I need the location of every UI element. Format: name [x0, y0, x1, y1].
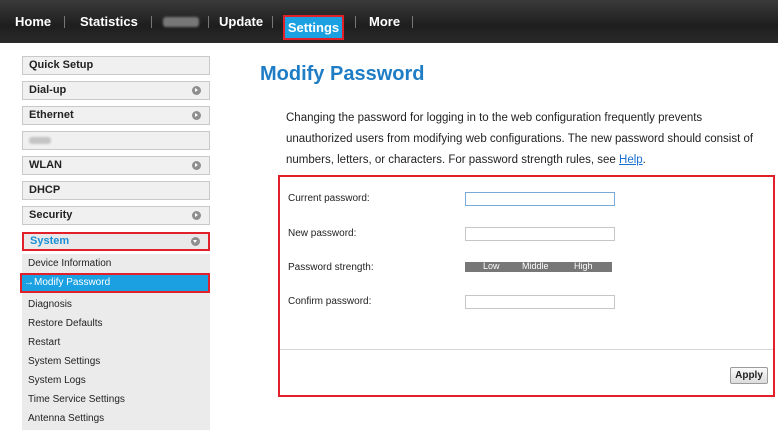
chevron-right-icon	[192, 111, 201, 120]
strength-high-label: High	[574, 261, 593, 271]
sidebar-item-blurred[interactable]	[22, 131, 210, 150]
nav-separator	[355, 16, 356, 28]
nav-separator	[64, 16, 65, 28]
submenu-antenna-settings[interactable]: Antenna Settings	[28, 413, 104, 424]
sidebar-item-quick-setup[interactable]: Quick Setup	[22, 56, 210, 75]
nav-home[interactable]: Home	[15, 0, 51, 43]
submenu-modify-password[interactable]: →Modify Password	[20, 273, 210, 293]
sidebar-item-ethernet[interactable]: Ethernet	[22, 106, 210, 125]
submenu-restart[interactable]: Restart	[28, 337, 60, 348]
sidebar-item-label: DHCP	[29, 184, 61, 196]
nav-statistics[interactable]: Statistics	[80, 0, 138, 43]
nav-separator	[151, 16, 152, 28]
top-nav-bar: Home Statistics Update Settings More	[0, 0, 778, 43]
submenu-system-settings[interactable]: System Settings	[28, 356, 100, 367]
confirm-password-input[interactable]	[465, 295, 615, 309]
help-link[interactable]: Help	[619, 154, 643, 166]
nav-settings[interactable]: Settings	[283, 15, 344, 40]
description-end: .	[642, 154, 646, 166]
blurred-label	[29, 137, 51, 144]
sidebar-item-system[interactable]: System	[22, 232, 210, 251]
chevron-down-icon	[191, 237, 200, 246]
sidebar-item-label: WLAN	[29, 159, 62, 171]
description-text: Changing the password for logging in to …	[286, 112, 754, 166]
sidebar-item-label: Security	[29, 209, 73, 221]
nav-more[interactable]: More	[369, 0, 400, 43]
submenu-device-information[interactable]: Device Information	[28, 258, 111, 269]
password-strength-meter: Low Middle High	[465, 261, 612, 272]
submenu-system-logs[interactable]: System Logs	[28, 375, 86, 386]
sidebar-item-label: Dial-up	[29, 84, 67, 96]
sidebar-item-dhcp[interactable]: DHCP	[22, 181, 210, 200]
strength-middle-label: Middle	[522, 261, 549, 271]
nav-separator	[208, 16, 209, 28]
form-divider	[280, 349, 773, 350]
current-password-label: Current password:	[288, 193, 370, 204]
nav-settings-label: Settings	[287, 20, 340, 35]
chevron-right-icon	[192, 211, 201, 220]
new-password-label: New password:	[288, 228, 357, 239]
submenu-diagnosis[interactable]: Diagnosis	[28, 299, 72, 310]
apply-button[interactable]: Apply	[730, 367, 768, 384]
sidebar-item-label: Quick Setup	[29, 59, 94, 71]
current-password-input[interactable]	[465, 192, 615, 206]
chevron-right-icon	[192, 161, 201, 170]
page-title: Modify Password	[260, 63, 425, 85]
new-password-input[interactable]	[465, 227, 615, 241]
page-description: Changing the password for logging in to …	[286, 108, 766, 171]
confirm-password-label: Confirm password:	[288, 296, 372, 307]
sidebar-item-label: Ethernet	[29, 109, 74, 121]
sidebar-item-wlan[interactable]: WLAN	[22, 156, 210, 175]
sidebar-item-dialup[interactable]: Dial-up	[22, 81, 210, 100]
submenu-restore-defaults[interactable]: Restore Defaults	[28, 318, 102, 329]
password-form	[278, 175, 775, 397]
nav-update[interactable]: Update	[219, 0, 263, 43]
password-strength-label: Password strength:	[288, 262, 374, 273]
sidebar-item-security[interactable]: Security	[22, 206, 210, 225]
submenu-time-service-settings[interactable]: Time Service Settings	[28, 394, 125, 405]
nav-separator	[412, 16, 413, 28]
chevron-right-icon	[192, 86, 201, 95]
strength-low-label: Low	[483, 261, 500, 271]
nav-separator	[272, 16, 273, 28]
nav-blurred-item[interactable]	[163, 17, 199, 27]
sidebar-item-label: System	[30, 235, 70, 247]
